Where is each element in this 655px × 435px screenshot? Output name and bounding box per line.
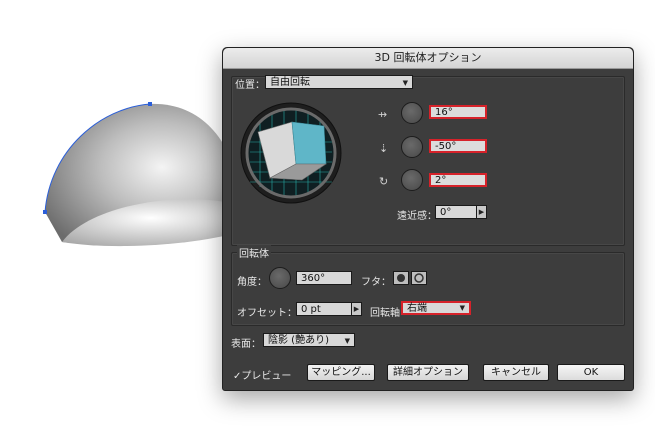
- z-rotation-field[interactable]: 2°: [429, 173, 487, 187]
- cap-on-button[interactable]: [393, 271, 409, 285]
- revolve-options-dialog: 3D 回転体オプション 位置： 自由回転 ▼ ⇸ 16° ⇣ -50° ↻ 2°…: [222, 47, 634, 391]
- angle-label: 角度：: [237, 277, 267, 288]
- z-rotation-dial[interactable]: [401, 169, 423, 191]
- anchor-point: [148, 102, 152, 106]
- axis-dropdown[interactable]: 右端 ▼: [401, 301, 471, 315]
- cap-off-icon: [414, 273, 424, 283]
- y-rotation-dial[interactable]: [401, 136, 423, 158]
- position-preset-dropdown[interactable]: 自由回転 ▼: [265, 75, 413, 89]
- perspective-label: 遠近感：: [397, 211, 437, 222]
- perspective-field[interactable]: 0°: [435, 205, 477, 219]
- z-axis-icon: ↻: [379, 175, 389, 188]
- x-rotation-dial[interactable]: [401, 102, 423, 124]
- position-preset-value: 自由回転: [270, 77, 310, 88]
- mapping-button[interactable]: マッピング...: [307, 364, 375, 381]
- chevron-down-icon: ▼: [344, 337, 350, 345]
- surface-dropdown[interactable]: 陰影 (艶あり) ▼: [263, 333, 355, 347]
- ok-button[interactable]: OK: [557, 364, 625, 381]
- revolve-angle-dial[interactable]: [269, 267, 291, 289]
- x-rotation-field[interactable]: 16°: [429, 105, 487, 119]
- perspective-slider-button[interactable]: ▶: [476, 205, 487, 219]
- axis-label: 回転軸: [370, 308, 400, 319]
- rotation-trackball[interactable]: [240, 102, 342, 204]
- offset-slider-button[interactable]: ▶: [351, 302, 362, 316]
- preview-checkbox[interactable]: ✓プレビュー: [233, 367, 291, 382]
- chevron-down-icon: ▼: [402, 79, 408, 87]
- anchor-point: [43, 210, 47, 214]
- cap-off-button[interactable]: [411, 271, 427, 285]
- surface-label: 表面：: [231, 339, 261, 350]
- x-axis-icon: ⇸: [378, 108, 388, 121]
- surface-value: 陰影 (艶あり): [268, 335, 329, 346]
- revolve-section-label: 回転体: [237, 245, 271, 260]
- cap-label: フタ：: [361, 277, 391, 288]
- dialog-title: 3D 回転体オプション: [223, 48, 633, 69]
- y-axis-icon: ⇣: [379, 142, 389, 155]
- offset-field[interactable]: 0 pt: [296, 302, 352, 316]
- offset-label: オフセット：: [237, 308, 297, 319]
- revolve-angle-field[interactable]: 360°: [296, 271, 352, 285]
- y-rotation-field[interactable]: -50°: [429, 139, 487, 153]
- cube-right-face: [291, 121, 327, 165]
- chevron-down-icon: ▼: [459, 304, 465, 312]
- cap-on-icon: [397, 274, 405, 282]
- position-label: 位置：: [235, 80, 265, 91]
- cancel-button[interactable]: キャンセル: [483, 364, 549, 381]
- axis-value: 右端: [407, 303, 427, 314]
- more-options-button[interactable]: 詳細オプション: [387, 364, 469, 381]
